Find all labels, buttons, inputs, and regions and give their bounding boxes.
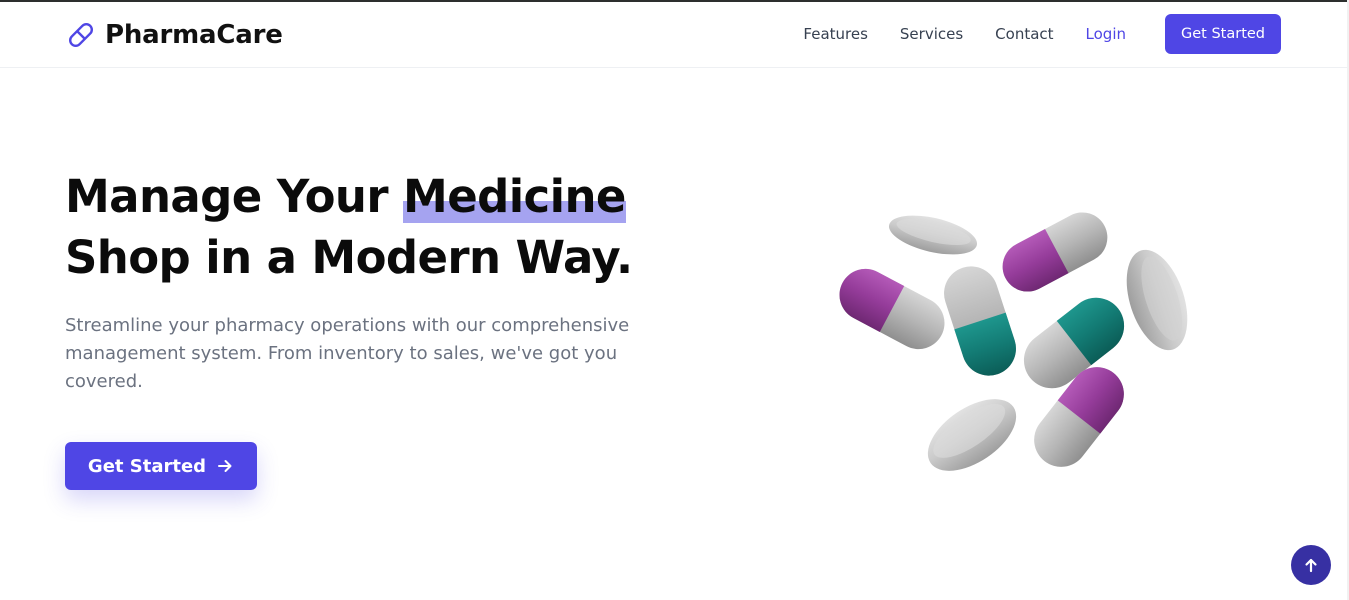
tablet-3 (927, 399, 1017, 471)
login-link[interactable]: Login (1086, 25, 1126, 43)
main-nav: Features Services Contact Login Get Star… (803, 14, 1281, 54)
hero-heading-block: Manage Your Medicine Shop in a Modern Way… (65, 166, 645, 288)
arrow-up-icon (1305, 558, 1317, 573)
pill-icon (68, 22, 94, 48)
site-header: PharmaCare Features Services Contact Log… (0, 2, 1349, 68)
capsule-2 (839, 268, 945, 350)
brand-name: PharmaCare (105, 20, 283, 50)
header-get-started-button[interactable]: Get Started (1165, 14, 1281, 54)
capsule-1 (1002, 212, 1108, 292)
hero-get-started-button[interactable]: Get Started (65, 442, 257, 490)
hero-title-highlight: Medicine (403, 170, 626, 223)
tablet-1 (888, 215, 978, 255)
hero-get-started-label: Get Started (87, 455, 207, 477)
hero-title-end: Shop in a Modern Way. (65, 231, 633, 284)
tablet-2 (1126, 249, 1188, 351)
nav-link-features[interactable]: Features (803, 25, 868, 43)
arrow-right-icon (218, 460, 232, 472)
nav-link-contact[interactable]: Contact (995, 25, 1053, 43)
nav-link-services[interactable]: Services (900, 25, 963, 43)
scroll-to-top-button[interactable] (1291, 545, 1331, 585)
hero-subtitle: Streamline your pharmacy operations with… (65, 315, 630, 392)
hero-title-start: Manage Your (65, 170, 404, 223)
hero-title: Manage Your Medicine Shop in a Modern Way… (65, 166, 645, 288)
capsules-illustration (839, 212, 1188, 471)
brand-logo[interactable]: PharmaCare (65, 17, 283, 53)
